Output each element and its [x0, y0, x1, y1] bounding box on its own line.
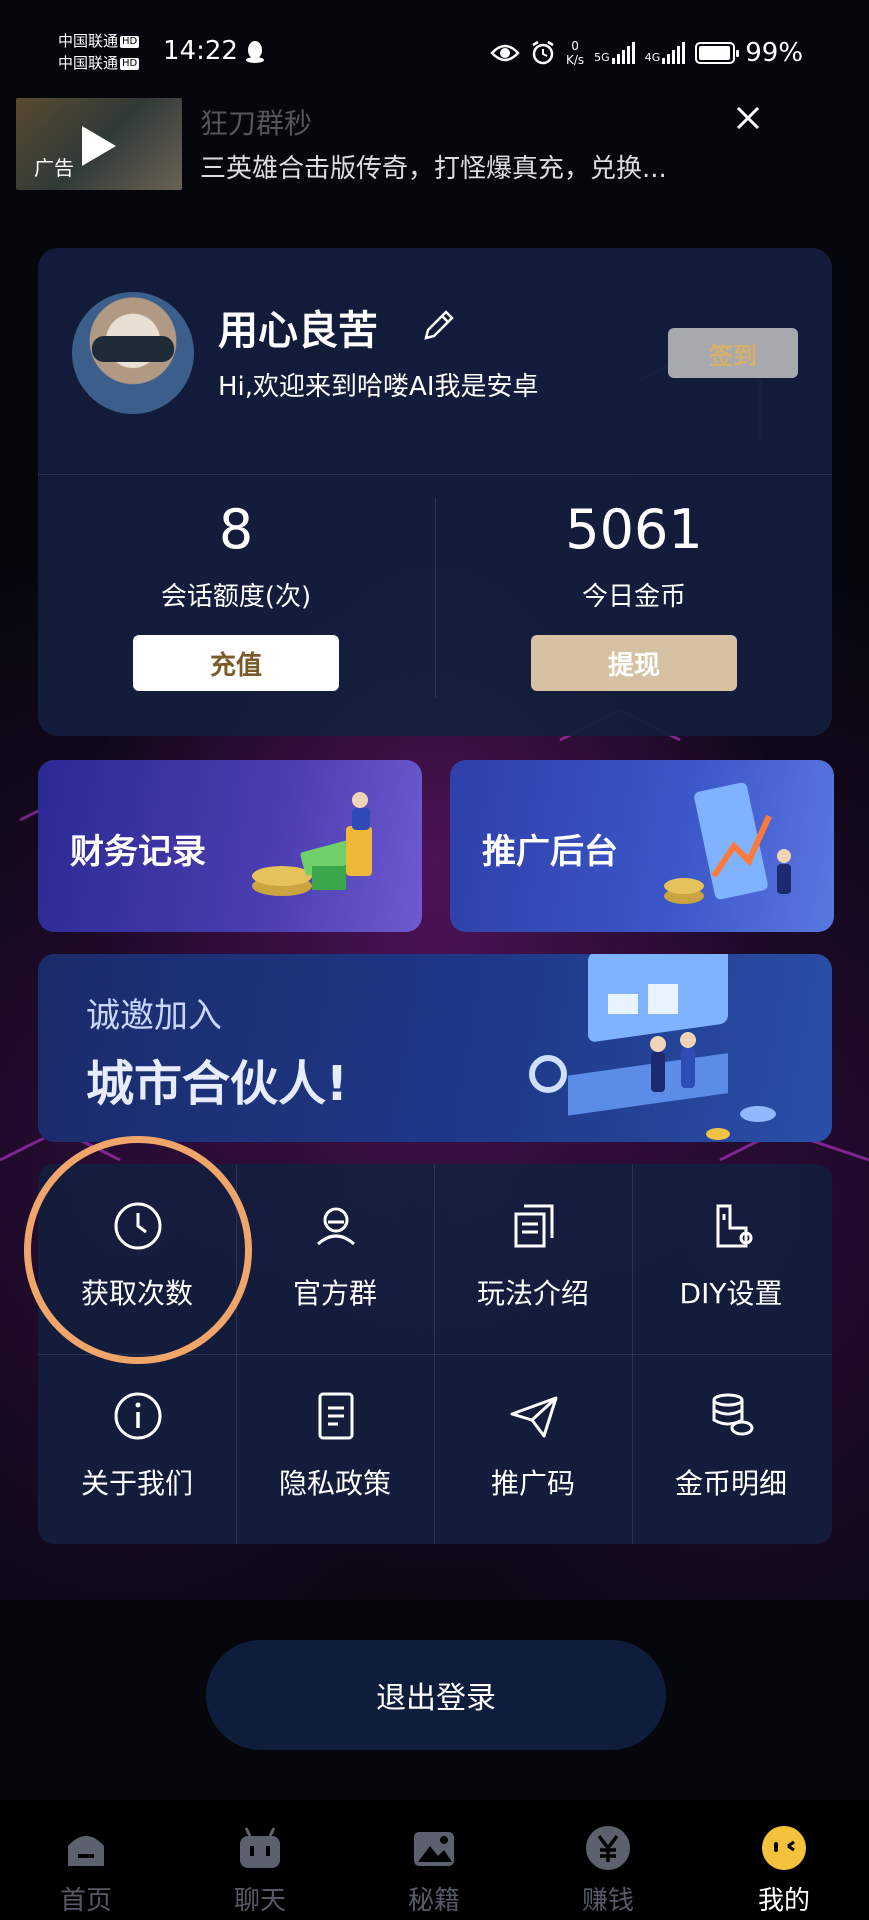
carrier-info: 中国联通 HD 中国联通 HD — [58, 32, 140, 72]
clock-icon — [114, 1202, 162, 1250]
user-headset-icon — [317, 1207, 355, 1246]
nav-label: 我的 — [757, 1886, 810, 1916]
diy-settings-icon — [716, 1204, 753, 1248]
menu-diy-settings[interactable]: DIY设置 — [632, 1164, 830, 1354]
feature-menu-grid: 获取次数 官方群 玩法介绍 DIY设置 关于我们 隐私政策 推广码 金币明细 — [38, 1164, 832, 1544]
promotion-backend-tile[interactable]: 推广后台 — [450, 760, 834, 932]
nav-home[interactable]: 首页 — [26, 1824, 146, 1917]
nav-label: 秘籍 — [407, 1886, 460, 1916]
tile-label: 推广后台 — [482, 832, 618, 872]
finance-records-tile[interactable]: 财务记录 — [38, 760, 422, 932]
menu-promo-code[interactable]: 推广码 — [434, 1354, 632, 1544]
menu-coin-details[interactable]: 金币明细 — [632, 1354, 830, 1544]
tile-label: 财务记录 — [70, 832, 206, 872]
menu-label: 玩法介绍 — [476, 1277, 589, 1310]
home-icon — [68, 1836, 104, 1866]
partner-line1: 诚邀加入 — [86, 996, 222, 1036]
withdraw-button[interactable]: 提现 — [531, 635, 737, 691]
nav-chat[interactable]: 聊天 — [200, 1824, 320, 1917]
menu-label: 推广码 — [490, 1467, 575, 1500]
username: 用心良苦 — [218, 308, 378, 354]
divider — [435, 498, 436, 698]
coins-stack-icon — [712, 1393, 754, 1436]
nav-secrets[interactable]: 秘籍 — [374, 1824, 494, 1917]
ad-thumbnail[interactable]: 广告 — [16, 98, 182, 190]
nav-earn[interactable]: 赚钱 — [548, 1824, 668, 1917]
smiley-icon — [762, 1826, 806, 1870]
menu-label: 获取次数 — [80, 1277, 193, 1310]
menu-label: DIY设置 — [679, 1277, 783, 1310]
net-speed: 0 K/s — [566, 39, 585, 67]
signal-4g-icon: 4G — [645, 42, 686, 64]
battery-percent: 99% — [745, 38, 804, 68]
avatar-glasses — [92, 336, 174, 362]
stat-value: 8 — [218, 498, 254, 561]
clock: 14:22 — [163, 36, 238, 66]
nav-mine[interactable]: 我的 — [724, 1824, 844, 1917]
ad-tag: 广告 — [34, 156, 74, 180]
menu-gameplay-intro[interactable]: 玩法介绍 — [434, 1164, 632, 1354]
partner-line2: 城市合伙人! — [86, 1056, 348, 1112]
profile-card: 用心良苦 Hi,欢迎来到哈喽AI我是安卓 签到 8 会话额度(次) 充值 506… — [38, 248, 832, 736]
nav-label: 聊天 — [233, 1886, 286, 1916]
yen-coin-icon — [586, 1826, 630, 1870]
menu-label: 官方群 — [292, 1277, 377, 1310]
edit-pencil-icon[interactable] — [418, 304, 460, 346]
ad-banner[interactable]: 广告 狂刀群秒 三英雄合击版传奇，打怪爆真充，兑换... — [16, 98, 816, 194]
stat-today-coins: 5061 今日金币 提现 — [464, 498, 804, 691]
close-icon[interactable] — [728, 98, 768, 138]
menu-get-count[interactable]: 获取次数 — [38, 1164, 236, 1354]
stat-label: 会话额度(次) — [160, 582, 312, 612]
signal-5g-icon: 5G — [594, 42, 635, 64]
bottom-nav: 首页 聊天 秘籍 赚钱 我的 — [0, 1800, 869, 1920]
signin-button[interactable]: 签到 — [668, 328, 798, 378]
stat-session-quota: 8 会话额度(次) 充值 — [66, 498, 406, 691]
document-icon — [318, 1392, 354, 1440]
nav-label: 赚钱 — [581, 1886, 634, 1916]
status-bar: 中国联通 HD 中国联通 HD 14:22 0 K/s 5G 4G 99% — [0, 0, 869, 100]
promotion-illustration-icon — [664, 782, 791, 904]
status-icons: 0 K/s 5G 4G 99% — [490, 36, 803, 70]
info-icon — [114, 1392, 162, 1440]
menu-official-group[interactable]: 官方群 — [236, 1164, 434, 1354]
qq-penguin-icon — [246, 41, 264, 63]
image-icon — [414, 1832, 454, 1866]
stat-label: 今日金币 — [581, 582, 686, 612]
avatar[interactable] — [72, 292, 194, 414]
menu-about-us[interactable]: 关于我们 — [38, 1354, 236, 1544]
menu-label: 关于我们 — [80, 1467, 193, 1500]
divider — [38, 474, 832, 475]
menu-label: 隐私政策 — [278, 1467, 391, 1500]
nav-label: 首页 — [59, 1886, 112, 1916]
eye-icon — [490, 44, 520, 62]
partner-illustration-icon — [529, 954, 776, 1140]
copy-doc-icon — [514, 1204, 554, 1248]
logout-button[interactable]: 退出登录 — [206, 1640, 666, 1750]
recharge-button[interactable]: 充值 — [133, 635, 339, 691]
paper-plane-icon — [510, 1396, 558, 1438]
play-icon — [82, 126, 116, 166]
robot-chat-icon — [240, 1827, 280, 1868]
stat-value: 5061 — [565, 498, 703, 561]
welcome-text: Hi,欢迎来到哈喽AI我是安卓 — [218, 372, 539, 402]
alarm-icon — [532, 40, 554, 65]
finance-illustration-icon — [252, 792, 372, 896]
ad-title: 狂刀群秒 — [200, 107, 313, 140]
battery-icon — [695, 42, 740, 64]
menu-label: 金币明细 — [674, 1467, 787, 1500]
menu-privacy-policy[interactable]: 隐私政策 — [236, 1354, 434, 1544]
city-partner-banner[interactable]: 诚邀加入 城市合伙人! — [38, 954, 832, 1142]
ad-description: 三英雄合击版传奇，打怪爆真充，兑换... — [200, 154, 667, 184]
